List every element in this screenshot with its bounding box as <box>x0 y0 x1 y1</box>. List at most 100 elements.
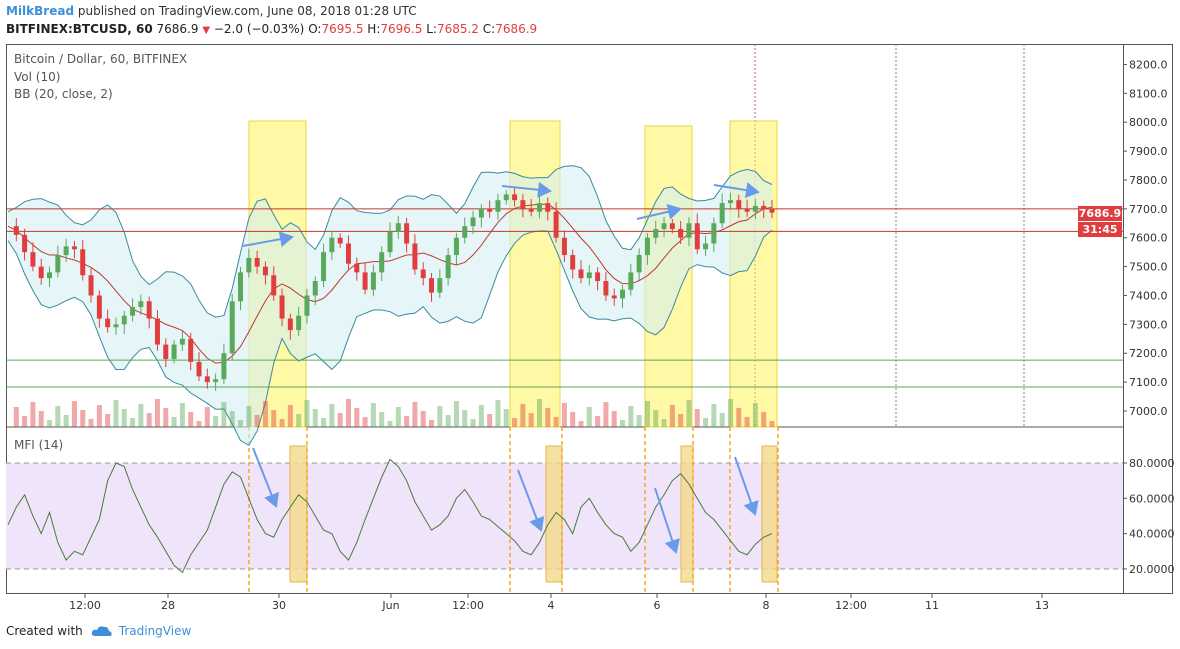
candle-body <box>196 361 202 377</box>
volume-bar <box>761 412 767 427</box>
price-tick-label: 7400.0 <box>1129 289 1168 302</box>
volume-bar <box>644 401 650 427</box>
candle-body <box>561 237 567 256</box>
candle-body <box>644 237 650 256</box>
cloud-icon <box>91 626 112 636</box>
volume-bar <box>769 421 775 427</box>
mfi-tick-label: 20.0000 <box>1129 563 1175 576</box>
volume-bar <box>88 419 94 427</box>
volume-bar <box>669 405 675 427</box>
candle-body <box>628 272 634 290</box>
volume-bar <box>595 416 601 427</box>
candle-body <box>312 281 318 296</box>
candle-body <box>105 318 111 328</box>
volume-bar <box>561 403 567 427</box>
volume-bar <box>163 408 169 427</box>
candle-body <box>736 200 742 209</box>
candle-body <box>462 226 468 238</box>
volume-bar <box>30 402 36 427</box>
candle-body <box>229 301 235 354</box>
candle-body <box>146 301 152 319</box>
price-tick-label: 8000.0 <box>1129 116 1168 129</box>
candle-body <box>287 318 293 331</box>
candle-body <box>437 278 443 293</box>
candle-body <box>412 243 418 270</box>
candle-body <box>304 295 310 316</box>
candle-body <box>603 281 609 296</box>
volume-bar <box>661 419 667 427</box>
countdown-tag: 31:45 <box>1078 222 1122 237</box>
volume-bar <box>678 414 684 427</box>
time-tick-label: 30 <box>272 599 286 612</box>
volume-bar <box>55 406 61 427</box>
time-tick-label: 8 <box>763 599 770 612</box>
volume-bar <box>71 401 77 427</box>
volume-bar <box>138 404 144 427</box>
volume-bar <box>38 411 44 427</box>
volume-bar <box>470 419 476 427</box>
volume-bar <box>395 407 401 427</box>
candle-body <box>661 223 667 230</box>
volume-bar <box>179 403 185 427</box>
candle-body <box>570 255 576 270</box>
volume-bar <box>694 409 700 427</box>
volume-bar <box>636 415 642 427</box>
price-tick-label: 7800.0 <box>1129 174 1168 187</box>
candle-body <box>636 255 642 273</box>
volume-bar <box>22 416 28 427</box>
volume-bar <box>221 402 227 427</box>
volume-bar <box>279 419 285 427</box>
candle-body <box>495 200 501 212</box>
highlight-zone-2 <box>509 120 561 428</box>
price-tick-label: 7100.0 <box>1129 376 1168 389</box>
volume-bar <box>146 413 152 427</box>
candle-body <box>296 315 302 331</box>
candle-body <box>354 263 360 273</box>
candle-body <box>478 208 484 218</box>
volume-bar <box>653 410 659 427</box>
candle-body <box>345 243 351 264</box>
volume-bar <box>520 404 526 427</box>
time-tick-label: 12:00 <box>69 599 101 612</box>
volume-bar <box>578 421 584 427</box>
price-chart[interactable]: 8200.0 8100.0 8000.0 7900.0 7800.0 7700.0 7600… <box>0 0 1180 649</box>
volume-bar <box>445 415 451 427</box>
candle-body <box>13 226 19 235</box>
candle-body <box>271 275 277 296</box>
volume-bar <box>121 409 127 427</box>
tradingview-link[interactable]: TradingView <box>91 624 191 638</box>
volume-bar <box>512 418 518 427</box>
price-tick-label: 8100.0 <box>1129 87 1168 100</box>
mfi-highlight-zone-4 <box>761 445 778 583</box>
candle-body <box>769 208 775 213</box>
last-price-tag: 7686.9 <box>1078 206 1122 221</box>
candle-body <box>470 217 476 227</box>
price-tick-label: 8200.0 <box>1129 58 1168 71</box>
volume-bar <box>362 417 368 427</box>
volume-bar <box>420 411 426 427</box>
volume-bar <box>628 406 634 427</box>
volume-bar <box>603 402 609 427</box>
volume-bar <box>171 417 177 427</box>
volume-bar <box>47 420 53 427</box>
candle-body <box>553 211 559 238</box>
candle-body <box>453 237 459 256</box>
candle-body <box>420 269 426 279</box>
candle-body <box>703 243 709 250</box>
candle-body <box>395 223 401 232</box>
volume-bar <box>188 412 194 427</box>
volume-bar <box>246 406 252 427</box>
volume-bar <box>254 415 260 427</box>
volume-bar <box>703 418 709 427</box>
volume-bar <box>262 401 268 427</box>
volume-bar <box>13 407 19 427</box>
candle-body <box>653 229 659 238</box>
candle-body <box>578 269 584 279</box>
candle-body <box>221 353 227 380</box>
candle-body <box>213 379 219 383</box>
volume-bar <box>462 410 468 427</box>
volume-bar <box>611 411 617 427</box>
volume-bar <box>287 405 293 427</box>
highlight-zone-4 <box>729 120 778 428</box>
volume-bar <box>528 413 534 427</box>
